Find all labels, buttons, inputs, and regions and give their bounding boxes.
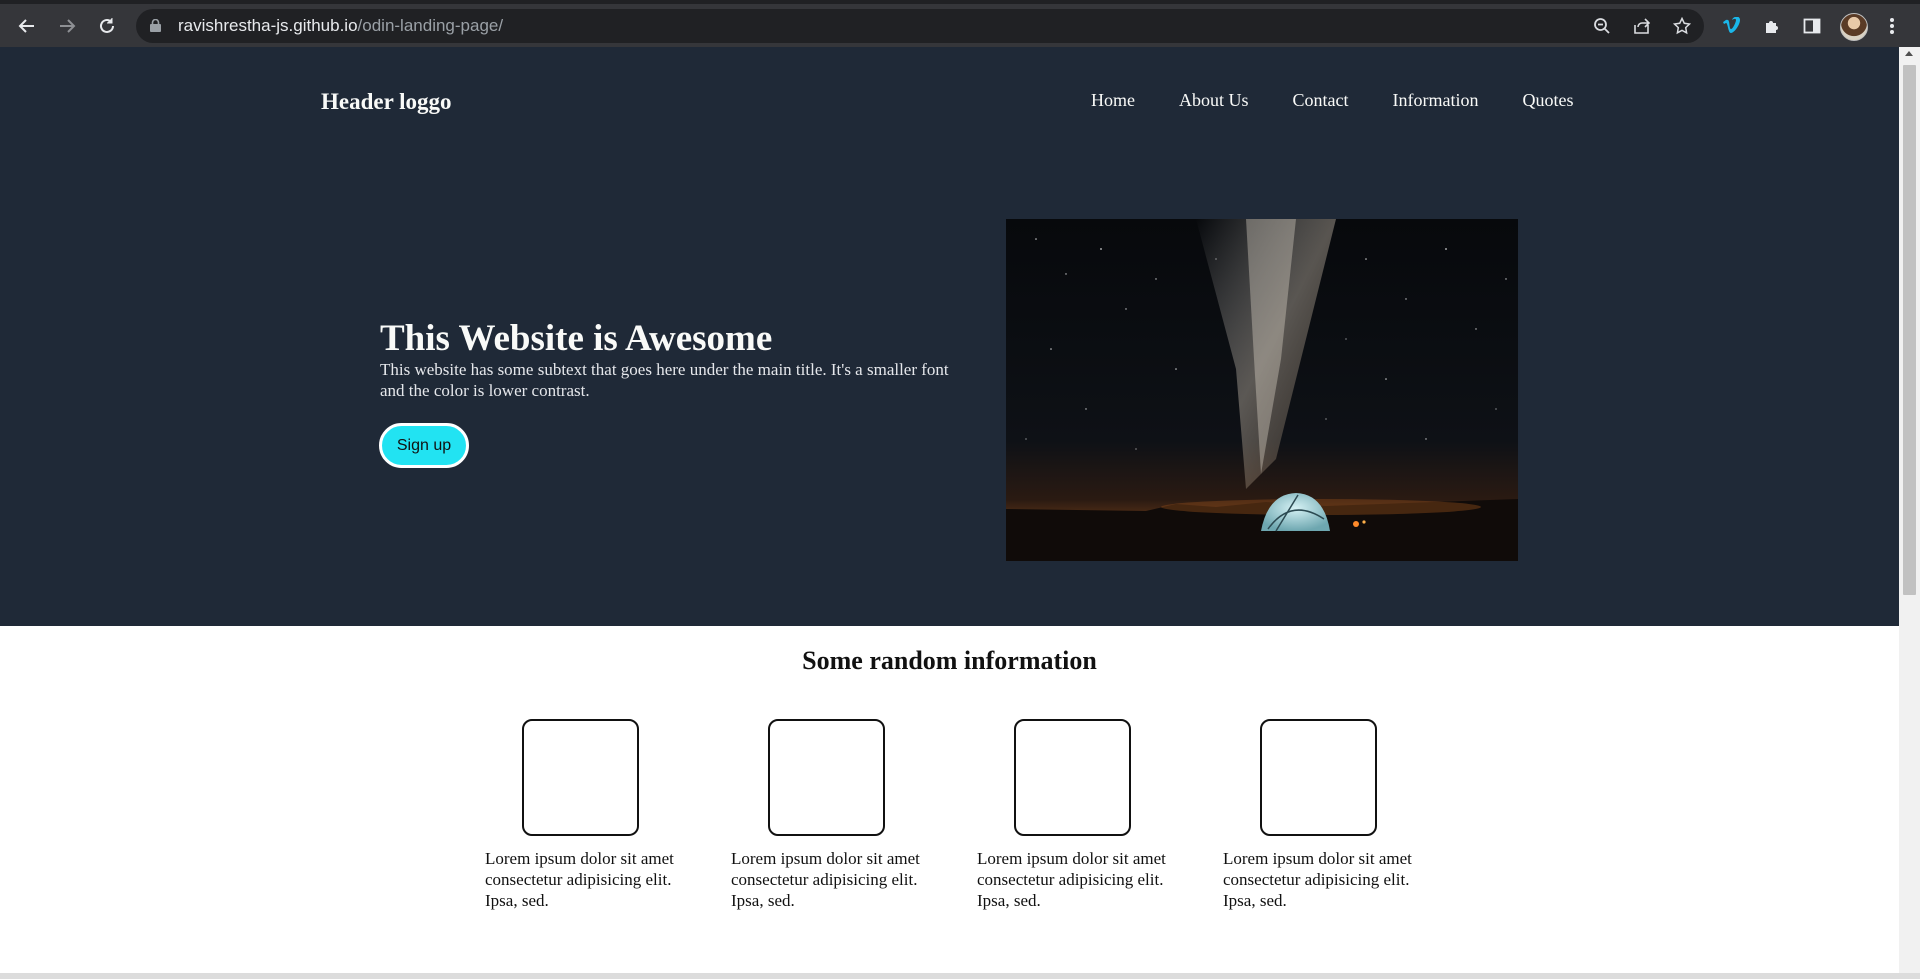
main-nav: Home About Us Contact Information Quotes [1091, 90, 1618, 111]
info-card: Lorem ipsum dolor sit amet consectetur a… [977, 719, 1167, 911]
address-bar[interactable]: ravishrestha-js.github.io/odin-landing-p… [136, 9, 1704, 43]
star-icon[interactable] [1670, 14, 1694, 38]
info-card-text: Lorem ipsum dolor sit amet consectetur a… [1223, 849, 1412, 910]
sidepanel-icon[interactable] [1798, 12, 1826, 40]
info-card-image-placeholder [1014, 719, 1131, 836]
horizontal-scrollbar[interactable] [0, 973, 1920, 979]
share-icon[interactable] [1630, 14, 1654, 38]
header-logo[interactable]: Header loggo [321, 89, 452, 115]
info-card-image-placeholder [768, 719, 885, 836]
info-section-title: Some random information [802, 646, 1097, 675]
info-card-image-placeholder [522, 719, 639, 836]
browser-toolbar: ravishrestha-js.github.io/odin-landing-p… [0, 0, 1920, 47]
reload-icon[interactable] [91, 10, 123, 42]
info-card-text: Lorem ipsum dolor sit amet consectetur a… [977, 849, 1166, 910]
hero-section: Header loggo Home About Us Contact Infor… [0, 47, 1899, 626]
nav-link-home[interactable]: Home [1091, 90, 1135, 111]
signup-button[interactable]: Sign up [379, 423, 469, 468]
extensions-icon[interactable] [1758, 12, 1786, 40]
night-sky-tent-image [1006, 219, 1518, 561]
info-card-text: Lorem ipsum dolor sit amet consectetur a… [731, 849, 920, 910]
avatar[interactable] [1840, 13, 1868, 41]
info-card: Lorem ipsum dolor sit amet consectetur a… [485, 719, 675, 911]
nav-link-contact[interactable]: Contact [1293, 90, 1349, 111]
url-text[interactable]: ravishrestha-js.github.io/odin-landing-p… [178, 16, 503, 36]
hero-title: This Website is Awesome [380, 318, 773, 359]
info-card-image-placeholder [1260, 719, 1377, 836]
forward-icon[interactable] [51, 10, 83, 42]
back-icon[interactable] [11, 10, 43, 42]
zoom-icon[interactable] [1590, 14, 1614, 38]
info-card: Lorem ipsum dolor sit amet consectetur a… [1223, 719, 1413, 911]
nav-link-information[interactable]: Information [1393, 90, 1479, 111]
menu-icon[interactable] [1878, 12, 1906, 40]
scroll-up-icon[interactable] [1905, 51, 1913, 56]
page-viewport: Header loggo Home About Us Contact Infor… [0, 47, 1899, 973]
nav-link-about[interactable]: About Us [1179, 90, 1249, 111]
vimeo-icon[interactable] [1718, 12, 1746, 40]
hero-subtitle: This website has some subtext that goes … [380, 360, 949, 400]
scrollbar-thumb[interactable] [1903, 65, 1916, 595]
info-card-text: Lorem ipsum dolor sit amet consectetur a… [485, 849, 674, 910]
nav-link-quotes[interactable]: Quotes [1523, 90, 1574, 111]
vertical-scrollbar[interactable] [1899, 47, 1920, 973]
info-card: Lorem ipsum dolor sit amet consectetur a… [731, 719, 921, 911]
lock-icon[interactable] [150, 19, 161, 32]
